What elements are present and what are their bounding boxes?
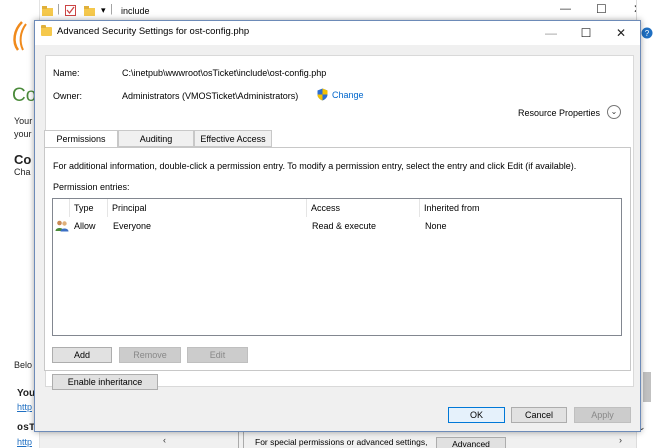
quick-access-dropdown-icon[interactable]: ▾: [101, 5, 106, 16]
background-label: osT: [17, 423, 36, 434]
enable-inheritance-button[interactable]: Enable inheritance: [52, 374, 158, 390]
permission-entries-list[interactable]: Type Principal Access Inherited from All…: [52, 198, 622, 336]
uac-shield-icon: [317, 88, 328, 101]
tab-effective-access[interactable]: Effective Access: [194, 130, 272, 147]
app-logo-icon: [13, 21, 27, 51]
permission-entries-label: Permission entries:: [53, 182, 130, 192]
separator: |: [57, 3, 60, 15]
add-button[interactable]: Add: [52, 347, 112, 363]
background-label: You: [17, 388, 36, 399]
column-header-principal[interactable]: Principal: [108, 199, 307, 217]
dialog-titlebar: Advanced Security Settings for ost-confi…: [35, 21, 640, 45]
cancel-button[interactable]: Cancel: [511, 407, 567, 423]
users-group-icon: [55, 220, 69, 232]
permissions-info-text: For additional information, double-click…: [53, 161, 577, 171]
new-folder-icon[interactable]: [84, 5, 96, 17]
background-link[interactable]: http: [17, 402, 32, 412]
column-header-icon[interactable]: [53, 199, 70, 217]
tab-permissions[interactable]: Permissions: [44, 130, 118, 148]
maximize-icon[interactable]: ☐: [596, 2, 607, 16]
column-header-access[interactable]: Access: [307, 199, 420, 217]
apply-button[interactable]: Apply: [574, 407, 631, 423]
background-link[interactable]: http: [17, 437, 32, 447]
folder-icon: [42, 6, 53, 16]
minimize-icon: —: [545, 26, 557, 40]
expand-chevron-icon[interactable]: ⌄: [607, 105, 621, 119]
ok-button[interactable]: OK: [448, 407, 505, 423]
edit-button[interactable]: Edit: [187, 347, 248, 363]
scrollbar-thumb[interactable]: [643, 372, 651, 402]
background-text-line: Cha: [14, 167, 31, 177]
close-icon: ✕: [615, 26, 627, 40]
resource-properties-label: Resource Properties: [518, 108, 601, 118]
minimize-icon[interactable]: —: [560, 3, 571, 15]
owner-label: Owner:: [53, 91, 83, 101]
separator: |: [110, 3, 113, 15]
table-row[interactable]: Allow Everyone Read & execute None: [53, 218, 621, 234]
properties-icon[interactable]: [65, 5, 77, 17]
background-advanced-button[interactable]: Advanced: [436, 437, 506, 448]
close-button[interactable]: ✕: [603, 21, 639, 45]
background-text-line: Belo: [14, 360, 33, 370]
name-label: Name:: [53, 68, 80, 78]
explorer-path: include: [121, 6, 150, 16]
help-icon[interactable]: ?: [641, 27, 653, 39]
row-type: Allow: [74, 221, 96, 231]
row-inherited-from: None: [425, 221, 447, 231]
maximize-button[interactable]: ☐: [568, 21, 604, 45]
column-header-type[interactable]: Type: [70, 199, 108, 217]
row-principal: Everyone: [113, 221, 152, 231]
owner-value: Administrators (VMOSTicket\Administrator…: [122, 91, 299, 101]
background-text-line: Your: [14, 116, 33, 126]
remove-button[interactable]: Remove: [119, 347, 181, 363]
minimize-button[interactable]: —: [533, 21, 569, 45]
row-access: Read & execute: [312, 221, 377, 231]
tab-auditing[interactable]: Auditing: [118, 130, 194, 147]
svg-text:?: ?: [645, 29, 650, 38]
background-subheading: Co: [14, 152, 32, 167]
maximize-icon: ☐: [580, 26, 592, 40]
scroll-left-icon[interactable]: ‹: [163, 435, 166, 445]
background-text-line: your: [14, 129, 32, 139]
dialog-title: Advanced Security Settings for ost-confi…: [57, 26, 250, 37]
scroll-right-icon[interactable]: ›: [619, 435, 622, 445]
background-hint-text: For special permissions or advanced sett…: [255, 437, 428, 447]
background-heading: Co: [12, 85, 37, 106]
column-header-inherited-from[interactable]: Inherited from: [420, 199, 622, 217]
folder-icon: [41, 25, 52, 36]
name-value: C:\inetpub\wwwroot\osTicket\include\ost-…: [122, 68, 327, 78]
change-owner-link[interactable]: Change: [332, 90, 364, 100]
